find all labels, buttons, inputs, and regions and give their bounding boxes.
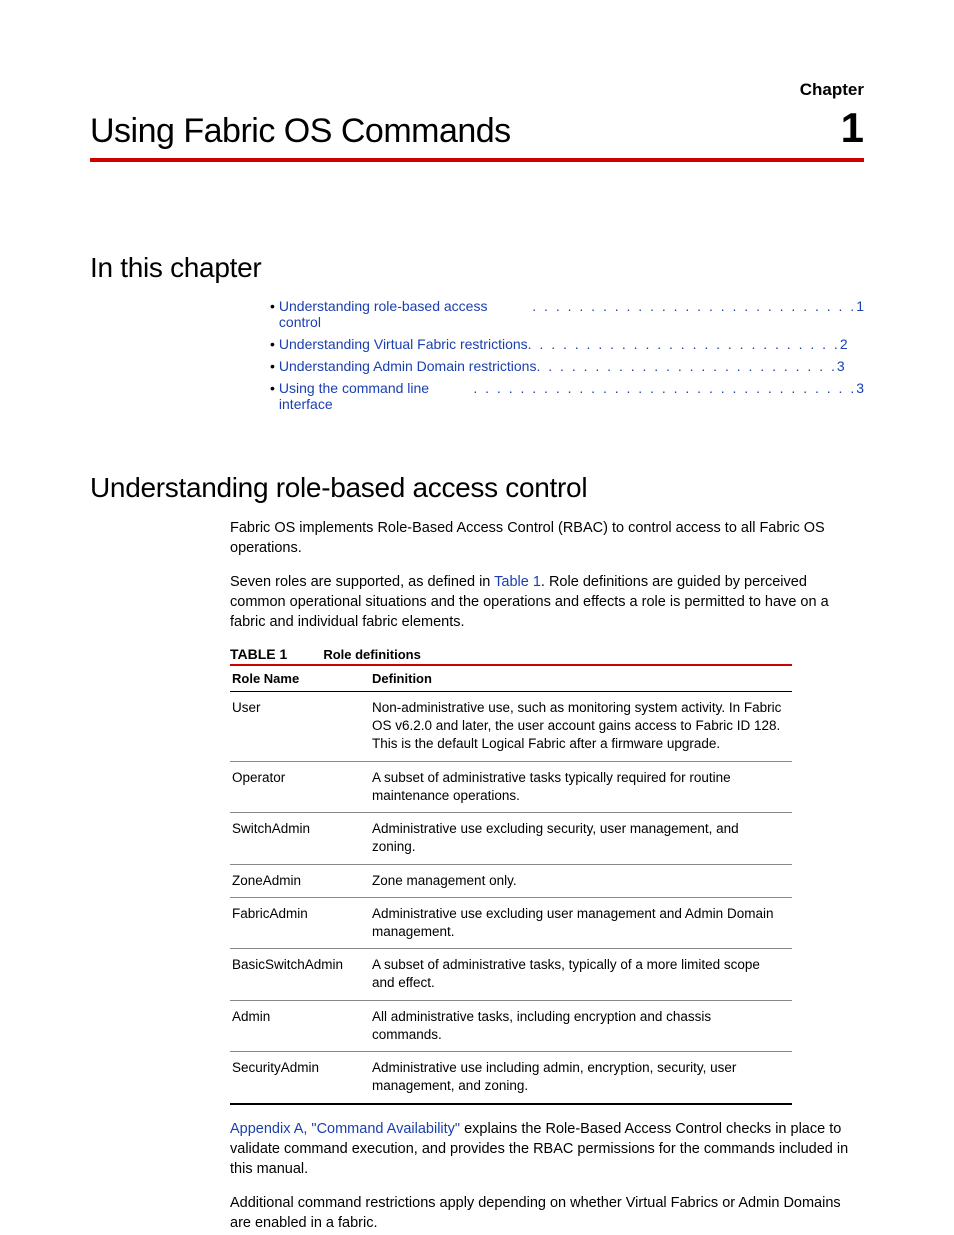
toc-text: Understanding role-based access control — [279, 298, 532, 330]
toc-dots: . . . . . . . . . . . . . . . . . . . . … — [473, 380, 856, 412]
th-definition: Definition — [370, 665, 792, 692]
toc-item[interactable]: • Understanding Virtual Fabric restricti… — [270, 336, 864, 352]
td-role: ZoneAdmin — [230, 864, 370, 897]
td-role: SecurityAdmin — [230, 1052, 370, 1104]
toc-dots: . . . . . . . . . . . . . . . . . . . . … — [536, 358, 836, 374]
chapter-number: 1 — [841, 104, 864, 152]
role-definitions-table: Role Name Definition UserNon-administrat… — [230, 664, 792, 1105]
toc-text: Understanding Admin Domain restrictions — [279, 358, 537, 374]
td-role: FabricAdmin — [230, 897, 370, 948]
paragraph: Additional command restrictions apply de… — [230, 1193, 864, 1233]
chapter-title: Using Fabric OS Commands — [90, 112, 511, 151]
table-row: SecurityAdminAdministrative use includin… — [230, 1052, 792, 1104]
toc-page: 1 — [856, 298, 864, 330]
paragraph: Seven roles are supported, as defined in… — [230, 572, 864, 632]
toc-page: 3 — [837, 358, 845, 374]
toc-dots: . . . . . . . . . . . . . . . . . . . . … — [528, 336, 840, 352]
td-def: A subset of administrative tasks typical… — [370, 761, 792, 812]
table-header-row: Role Name Definition — [230, 665, 792, 692]
bullet-icon: • — [270, 298, 275, 330]
toc-dots: . . . . . . . . . . . . . . . . . . . . … — [532, 298, 856, 330]
toc-item[interactable]: • Using the command line interface . . .… — [270, 380, 864, 412]
paragraph: Appendix A, "Command Availability" expla… — [230, 1119, 864, 1179]
table-row: AdminAll administrative tasks, including… — [230, 1000, 792, 1051]
table-row: ZoneAdminZone management only. — [230, 864, 792, 897]
td-role: BasicSwitchAdmin — [230, 949, 370, 1000]
td-def: Non-administrative use, such as monitori… — [370, 692, 792, 762]
section-in-this-chapter: In this chapter — [90, 252, 864, 284]
table-label: TABLE 1 — [230, 646, 287, 662]
toc-text: Understanding Virtual Fabric restriction… — [279, 336, 528, 352]
toc-item[interactable]: • Understanding role-based access contro… — [270, 298, 864, 330]
toc-page: 2 — [840, 336, 848, 352]
chapter-header: Using Fabric OS Commands 1 — [90, 104, 864, 162]
table-row: OperatorA subset of administrative tasks… — [230, 761, 792, 812]
td-def: Administrative use excluding security, u… — [370, 813, 792, 864]
table-body: UserNon-administrative use, such as moni… — [230, 692, 792, 1104]
toc-text: Using the command line interface — [279, 380, 473, 412]
bullet-icon: • — [270, 336, 275, 352]
td-role: User — [230, 692, 370, 762]
chapter-label: Chapter — [90, 80, 864, 100]
toc-page: 3 — [856, 380, 864, 412]
link-appendix-a[interactable]: Appendix A, "Command Availability" — [230, 1121, 460, 1137]
bullet-icon: • — [270, 358, 275, 374]
table-caption: TABLE 1 Role definitions — [230, 646, 864, 662]
toc-item[interactable]: • Understanding Admin Domain restriction… — [270, 358, 864, 374]
td-def: Administrative use including admin, encr… — [370, 1052, 792, 1104]
td-def: All administrative tasks, including encr… — [370, 1000, 792, 1051]
text-run: Seven roles are supported, as defined in — [230, 574, 494, 590]
table-row: FabricAdminAdministrative use excluding … — [230, 897, 792, 948]
paragraph: Fabric OS implements Role-Based Access C… — [230, 518, 864, 558]
td-role: Operator — [230, 761, 370, 812]
table-name: Role definitions — [323, 647, 421, 662]
td-def: Administrative use excluding user manage… — [370, 897, 792, 948]
td-def: A subset of administrative tasks, typica… — [370, 949, 792, 1000]
table-row: UserNon-administrative use, such as moni… — [230, 692, 792, 762]
bullet-icon: • — [270, 380, 275, 412]
toc-list: • Understanding role-based access contro… — [270, 298, 864, 412]
section-rbac: Understanding role-based access control — [90, 472, 864, 504]
link-table1[interactable]: Table 1 — [494, 574, 541, 590]
td-role: SwitchAdmin — [230, 813, 370, 864]
table-row: SwitchAdminAdministrative use excluding … — [230, 813, 792, 864]
table-row: BasicSwitchAdminA subset of administrati… — [230, 949, 792, 1000]
td-def: Zone management only. — [370, 864, 792, 897]
th-role: Role Name — [230, 665, 370, 692]
td-role: Admin — [230, 1000, 370, 1051]
